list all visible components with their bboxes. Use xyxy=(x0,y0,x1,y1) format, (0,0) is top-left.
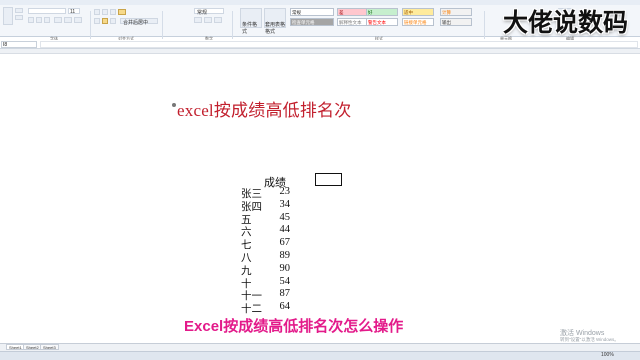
name-box[interactable]: I8 xyxy=(1,41,37,48)
border-button[interactable] xyxy=(54,17,62,23)
score-cell[interactable]: 23 xyxy=(262,186,291,197)
activate-windows-hint: 转到"设置"以激活 Windows。 xyxy=(560,337,619,342)
sheet-tab-3[interactable]: Sheet3 xyxy=(40,344,59,350)
conditional-format-label: 条件格式 xyxy=(242,22,258,35)
group-divider xyxy=(484,11,485,39)
score-cell[interactable]: 90 xyxy=(262,263,291,274)
percent-button[interactable] xyxy=(204,17,212,23)
formula-input[interactable] xyxy=(40,41,638,48)
group-divider xyxy=(232,11,233,39)
cell-style-swatch[interactable]: 解释性文本 xyxy=(337,18,369,26)
sheet-tab-bar xyxy=(0,343,640,351)
italic-button[interactable] xyxy=(36,17,42,23)
align-middle-button[interactable] xyxy=(102,9,108,15)
score-cell[interactable]: 67 xyxy=(262,237,291,248)
align-top-button[interactable] xyxy=(94,9,100,15)
cell-style-swatch[interactable]: 适中 xyxy=(402,8,434,16)
wrap-text-button[interactable] xyxy=(118,9,126,15)
currency-button[interactable] xyxy=(194,17,202,23)
align-left-button[interactable] xyxy=(94,18,100,24)
score-cell[interactable]: 54 xyxy=(262,276,291,287)
underline-button[interactable] xyxy=(44,17,50,23)
cell-style-swatch[interactable]: 输出 xyxy=(440,18,472,26)
font-name-select[interactable] xyxy=(28,8,66,14)
sheet-title-text: excel按成绩高低排名次 xyxy=(177,101,352,120)
status-bar xyxy=(0,351,640,360)
score-cell[interactable]: 34 xyxy=(262,199,291,210)
cut-button[interactable] xyxy=(15,8,23,13)
cell-style-swatch[interactable]: 警告文本 xyxy=(366,18,398,26)
cell-style-swatch[interactable]: 计算 xyxy=(440,8,472,16)
align-bottom-button[interactable] xyxy=(110,9,116,15)
active-cell-selection[interactable] xyxy=(315,173,342,186)
score-cell[interactable]: 44 xyxy=(262,224,291,235)
video-subtitle: Excel按成绩高低排名次怎么操作 xyxy=(184,318,404,335)
copy-button[interactable] xyxy=(15,15,23,20)
cursor-dot xyxy=(172,103,176,107)
score-cell[interactable]: 45 xyxy=(262,212,291,223)
cell-style-swatch[interactable]: 检查单元格 xyxy=(290,18,334,26)
align-right-button[interactable] xyxy=(110,18,116,24)
cell-style-swatch[interactable]: 差 xyxy=(337,8,369,16)
align-center-button[interactable] xyxy=(102,18,108,24)
cell-style-swatch[interactable]: 好 xyxy=(366,8,398,16)
font-color-button[interactable] xyxy=(74,17,82,23)
cell-style-swatch[interactable]: 链接单元格 xyxy=(402,18,434,26)
comma-button[interactable] xyxy=(214,17,222,23)
cell-style-swatch[interactable]: 常规 xyxy=(290,8,334,16)
student-name-cell[interactable]: 十二 xyxy=(241,301,262,316)
conditional-format-button[interactable]: 条件格式 xyxy=(240,8,262,35)
format-as-table-label: 套用表格格式 xyxy=(265,22,286,35)
format-as-table-button[interactable]: 套用表格格式 xyxy=(264,8,286,35)
group-divider xyxy=(162,11,163,39)
zoom-level[interactable]: 100% xyxy=(601,352,614,358)
merge-center-label: 合并后居中 xyxy=(123,20,149,26)
sheet-tab-1[interactable]: Sheet1 xyxy=(6,344,25,350)
score-cell[interactable]: 87 xyxy=(262,288,291,299)
bold-button[interactable] xyxy=(28,17,34,23)
number-format-value: 常规 xyxy=(197,10,208,16)
score-cell[interactable]: 89 xyxy=(262,250,291,261)
fill-color-button[interactable] xyxy=(64,17,72,23)
merge-center-button[interactable]: 合并后居中 xyxy=(120,18,158,26)
score-cell[interactable]: 64 xyxy=(262,301,291,312)
font-size-value: 11 xyxy=(70,9,76,15)
group-divider xyxy=(90,11,91,39)
sheet-tab-2[interactable]: Sheet2 xyxy=(23,344,42,350)
font-size-select[interactable]: 11 xyxy=(68,8,80,15)
paste-button[interactable] xyxy=(3,7,13,25)
channel-watermark: 大佬说数码 xyxy=(503,9,629,37)
formula-bar: I8 xyxy=(0,40,640,49)
number-format-select[interactable]: 常规 xyxy=(194,8,224,16)
